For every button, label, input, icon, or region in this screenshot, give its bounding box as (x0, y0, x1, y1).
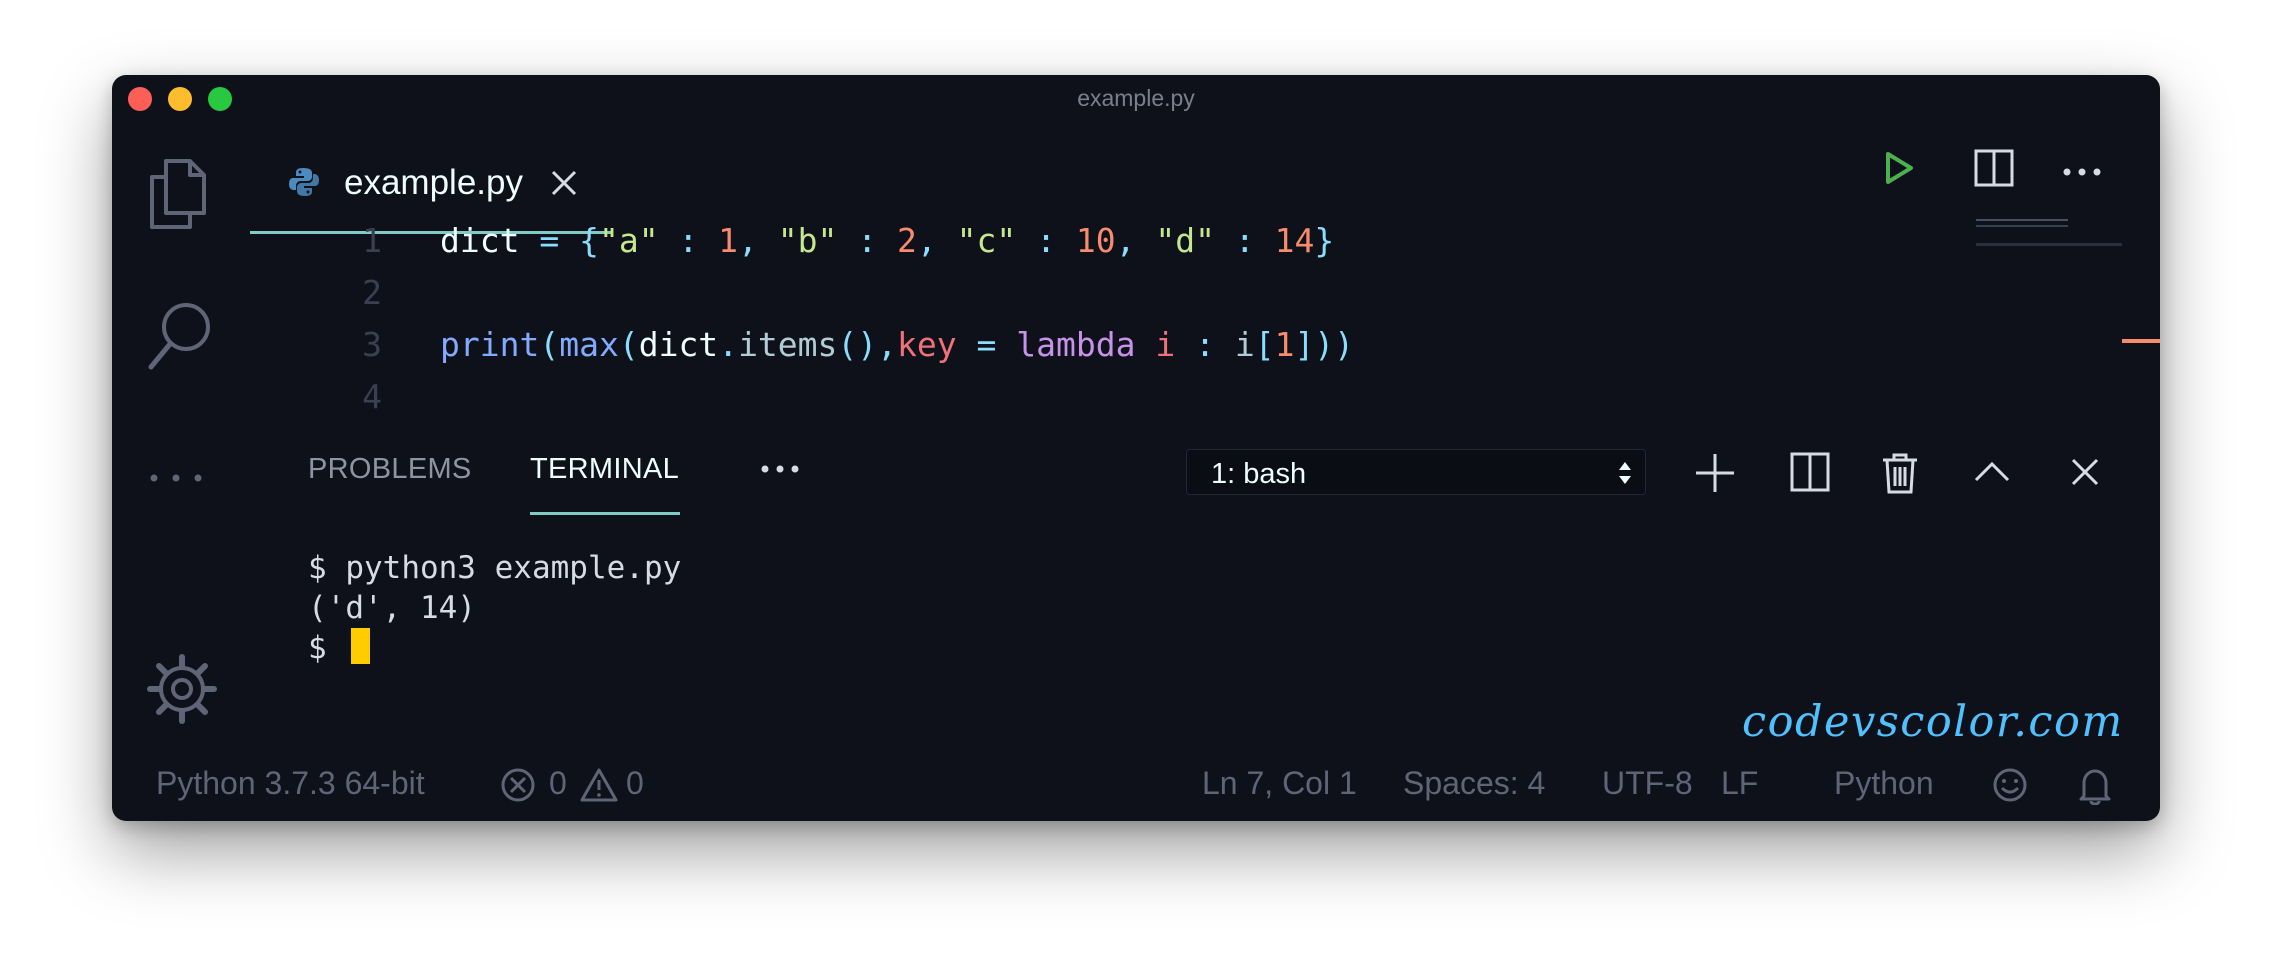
cursor-position[interactable]: Ln 7, Col 1 (1202, 765, 1357, 802)
code-token: "c" (956, 221, 1017, 260)
code-token: . (718, 325, 739, 364)
select-arrows-icon (1617, 457, 1633, 494)
editor-window: example.py example.py 1 dict = {"a": 1,… (112, 75, 2160, 821)
minimap-line (1976, 225, 2068, 227)
window-title: example.py (1077, 85, 1195, 111)
files-icon[interactable] (146, 155, 210, 234)
code-token: : (1214, 221, 1275, 260)
split-editor-icon[interactable] (1974, 149, 2014, 192)
code-token: : (837, 221, 898, 260)
error-count[interactable]: 0 (549, 765, 567, 802)
code-token: [ (1254, 325, 1275, 364)
code-token: ( (539, 325, 560, 364)
plus-icon[interactable] (1694, 452, 1736, 499)
code-token: : (1175, 325, 1235, 364)
code-text: dict = {"a" : 1, "b" : 2, "c" : 10, "d" … (440, 215, 1334, 267)
terminal-line: $ python3 example.py (308, 550, 682, 586)
trash-icon[interactable] (1882, 452, 1918, 499)
code-token: ( (618, 325, 639, 364)
code-token: 2 (897, 221, 917, 260)
active-tab-indicator (530, 512, 680, 515)
tab-problems[interactable]: PROBLEMS (308, 453, 472, 486)
python-interpreter[interactable]: Python 3.7.3 64-bit (156, 765, 425, 802)
code-token: max (559, 325, 619, 364)
minimap-slider[interactable] (1976, 243, 2122, 246)
watermark: codevscolor.com (1742, 697, 2124, 747)
more-icon[interactable] (146, 471, 206, 489)
line-number: 4 (362, 377, 382, 416)
more-actions-icon[interactable] (2062, 164, 2102, 182)
code-token: "d" (1155, 221, 1215, 260)
code-token: key (897, 325, 957, 364)
code-token: print (440, 325, 540, 364)
gear-icon[interactable] (146, 653, 218, 730)
code-token: i (1234, 325, 1255, 364)
line-number: 3 (362, 325, 382, 364)
close-icon[interactable] (550, 169, 578, 202)
warning-count[interactable]: 0 (626, 765, 644, 802)
code-token: ])) (1294, 325, 1355, 364)
indentation[interactable]: Spaces: 4 (1403, 765, 1545, 802)
code-token: lambda (1016, 325, 1136, 364)
terminal-line: ('d', 14) (308, 590, 476, 626)
overview-ruler-marker (2122, 339, 2160, 343)
minimap-line (1976, 219, 2068, 221)
encoding[interactable]: UTF-8 (1602, 765, 1693, 802)
language-mode[interactable]: Python (1834, 765, 1934, 802)
code-text: print(max(dict.items(),key = lambda i : … (440, 319, 1354, 371)
code-token: } (1314, 221, 1335, 260)
code-token: 1 (1274, 325, 1295, 364)
notifications-bell-icon[interactable] (2078, 767, 2112, 810)
line-number: 2 (362, 273, 382, 312)
code-token: = (956, 325, 1017, 364)
code-token: = { (539, 221, 599, 260)
run-icon[interactable] (1884, 151, 1914, 190)
code-token: 10 (1075, 221, 1116, 260)
terminal-select[interactable]: 1: bash (1186, 449, 1646, 495)
code-token: , (738, 221, 778, 260)
error-icon[interactable] (500, 767, 536, 808)
feedback-smiley-icon[interactable] (1992, 767, 2028, 808)
terminal-prompt-line[interactable]: $ (308, 628, 371, 668)
code-token: "a" (598, 221, 659, 260)
warning-icon[interactable] (579, 767, 619, 808)
terminal-cursor (351, 628, 371, 664)
line-number: 1 (362, 221, 382, 260)
close-panel-icon[interactable] (2070, 457, 2100, 492)
terminal-select-value: 1: bash (1211, 458, 1307, 490)
code-token: : (1016, 221, 1076, 260)
code-token: "b" (777, 221, 838, 260)
python-icon (288, 166, 320, 203)
code-token: : (658, 221, 719, 260)
search-icon[interactable] (146, 297, 216, 378)
code-token: dict (440, 221, 540, 260)
code-token: (), (837, 325, 898, 364)
code-token: , (916, 221, 957, 260)
end-of-line[interactable]: LF (1721, 765, 1758, 802)
code-token: dict (638, 325, 719, 364)
code-token: i (1155, 325, 1176, 364)
tab-terminal[interactable]: TERMINAL (530, 453, 679, 486)
tab-label: example.py (344, 163, 523, 202)
panel-more-icon[interactable] (760, 461, 800, 479)
terminal-prompt: $ (308, 630, 346, 666)
split-terminal-icon[interactable] (1790, 452, 1830, 497)
code-token: items (738, 325, 838, 364)
code-token: 1 (718, 221, 739, 260)
code-token: , (1115, 221, 1156, 260)
code-token: 14 (1274, 221, 1315, 260)
chevron-up-icon[interactable] (1974, 461, 2010, 488)
